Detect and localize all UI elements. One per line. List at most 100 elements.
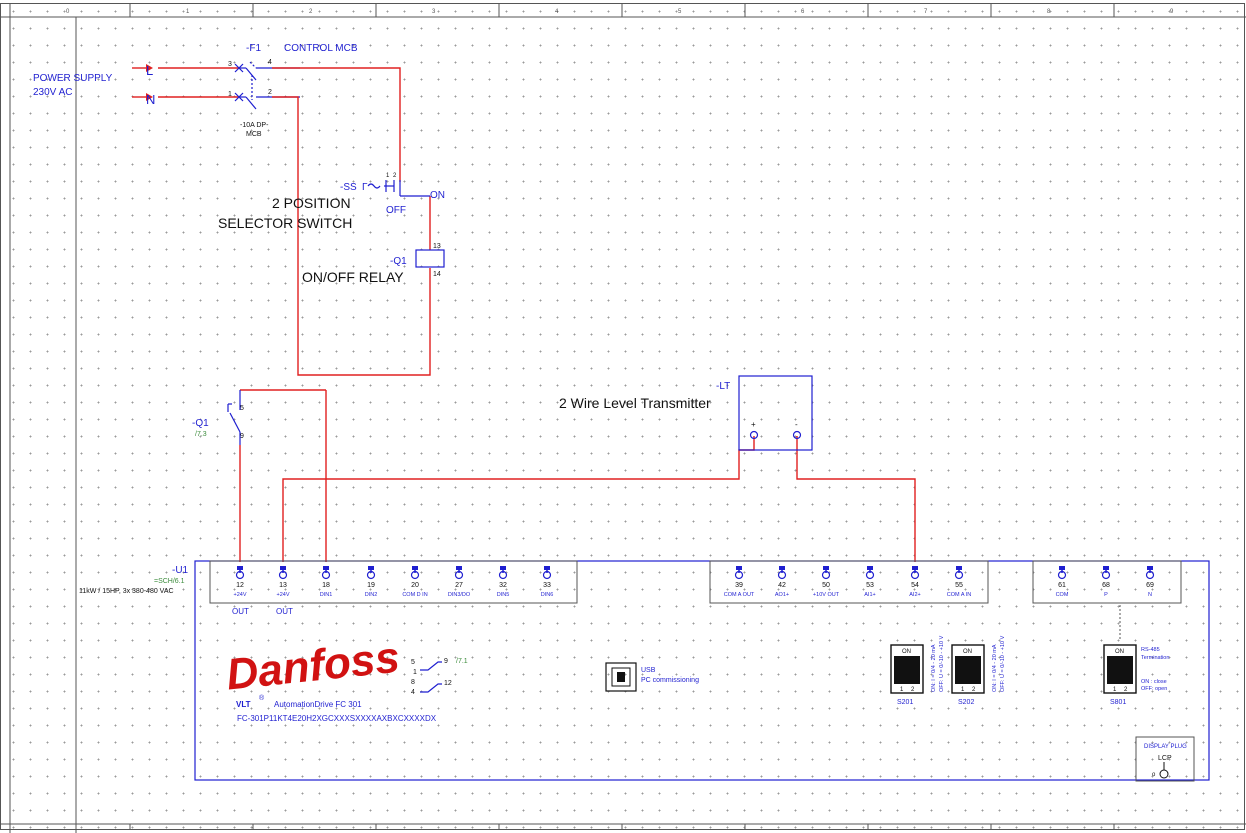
transmitter-plus: + [751, 420, 756, 429]
control-wiring [239, 67, 916, 562]
vlt-label: VLT [236, 700, 251, 709]
terminal-label: +24V [234, 592, 247, 598]
dip-note-2: OFF: U = 0/-10 - +10 V [1000, 635, 1006, 692]
dip-switch-name: S201 [897, 699, 913, 706]
contact-tag: -Q1 [192, 418, 209, 429]
type-code: FC-301P11KT4E20H2XGCXXXSXXXXAXBXCXXXXDX [237, 714, 437, 723]
terminal-27[interactable]: 27 DIN3/DO [448, 566, 471, 598]
drive-relay-pin-1: 1 [413, 669, 417, 676]
terminal-39[interactable]: 39 COM A OUT [724, 566, 755, 598]
terminal-19[interactable]: 19 DIN2 [365, 566, 378, 598]
terminal-label: AO1+ [775, 592, 789, 598]
terminal-number: 33 [543, 582, 551, 589]
border-number: 3 [432, 9, 436, 15]
dip-switch-s801[interactable]: ON1 2S801RS-485TerminationON : closeOFF: … [1103, 644, 1169, 706]
terminal-number: 20 [411, 582, 419, 589]
drive-relay-pin-4: 4 [411, 689, 415, 696]
product-name: AutomationDrive FC 301 [274, 700, 362, 709]
terminal-label: N [1148, 592, 1152, 598]
mcb-title: CONTROL MCB [284, 43, 358, 54]
border-number: 1 [186, 9, 190, 15]
terminal-68[interactable]: 68 P [1101, 566, 1111, 598]
line-n-label: N [146, 92, 155, 107]
out-label-2: OUT [276, 607, 293, 616]
terminal-number: 42 [778, 582, 786, 589]
relay-pin-13: 13 [433, 243, 441, 250]
selector-on-label: ON [430, 190, 445, 201]
mcb-terminal-1: 1 [228, 91, 232, 98]
contact-ref: /7.3 [195, 431, 207, 438]
dip-note-4: OFF: open [1141, 686, 1167, 692]
relay-tag: -Q1 [390, 256, 407, 267]
usb-label: USB [641, 667, 656, 674]
selector-tag: -SS [340, 182, 357, 193]
terminal-number: 27 [455, 582, 463, 589]
mcb-terminal-4: 4 [268, 59, 272, 66]
display-plug[interactable]: DISPLAY PLUG LCP o [1135, 736, 1195, 782]
border-number: 9 [1170, 9, 1174, 15]
schematic-drawing: 0123456789 POWER SUPPLY 230V AC L N -F1 … [0, 3, 1246, 833]
terminal-54[interactable]: 54 AI2+ [909, 566, 921, 598]
lcp-pin: o [1152, 772, 1156, 778]
terminal-61[interactable]: 61 COM [1056, 566, 1069, 598]
terminal-label: DIN2 [365, 592, 378, 598]
selector-off-label: OFF [386, 205, 406, 216]
terminal-label: COM [1056, 592, 1069, 598]
danfoss-logo: Danfoss [224, 633, 402, 700]
mcb-tag: -F1 [246, 43, 261, 54]
drive-relay-pin-8: 8 [411, 679, 415, 686]
border-number: 5 [678, 9, 682, 15]
terminal-50[interactable]: 50 +10V OUT [813, 566, 840, 598]
terminal-label: AI2+ [909, 592, 920, 598]
terminal-53[interactable]: 53 AI1+ [864, 566, 876, 598]
control-mcb: -F1 CONTROL MCB 3 4 1 2 -10A DP- MCB [228, 43, 358, 138]
drive-relay-pin-9: 9 [444, 658, 448, 665]
mcb-spec: -10A DP- [240, 122, 269, 129]
terminal-12[interactable]: 12 +24V [234, 566, 247, 598]
selector-pin-1: 1 [386, 173, 390, 179]
relay-contact: -Q1 /7.3 5 9 [192, 390, 244, 445]
dip-note-1: ON: I = 0/4 - 20 mA [931, 644, 937, 692]
terminal-label: DIN1 [320, 592, 333, 598]
border-number: 8 [1047, 9, 1051, 15]
drive-tag: -U1 [172, 565, 189, 576]
drive-ref: =SCH/6.1 [154, 578, 185, 585]
transmitter-minus: - [795, 420, 798, 429]
terminal-number: 19 [367, 582, 375, 589]
terminal-33[interactable]: 33 DIN6 [541, 566, 554, 598]
terminal-number: 68 [1102, 582, 1110, 589]
dip-on-label: ON [1115, 649, 1124, 655]
transmitter-tag: -LT [716, 381, 730, 392]
power-supply: POWER SUPPLY 230V AC L N [33, 63, 240, 107]
drive-u1: -U1 =SCH/6.1 11kW / 15HP, 3x 380-480 VAC… [79, 560, 1210, 782]
terminal-20[interactable]: 20 COM D IN [402, 566, 428, 598]
terminal-label: +10V OUT [813, 592, 840, 598]
terminal-number: 39 [735, 582, 743, 589]
dip-note-2: OFF: U = 0/-10 - +10 V [939, 635, 945, 692]
terminal-number: 18 [322, 582, 330, 589]
terminal-number: 32 [499, 582, 507, 589]
dip-switch-name: S202 [958, 699, 974, 706]
terminal-number: 54 [911, 582, 919, 589]
terminal-55[interactable]: 55 COM A IN [947, 566, 971, 598]
dip-on-label: ON [902, 649, 911, 655]
drive-relay-pin-5: 5 [411, 659, 415, 666]
dip-switch-s201[interactable]: ON1 2S201ON: I = 0/4 - 20 mA OFF: U = 0/-1… [890, 635, 945, 706]
dip-switch-name: S801 [1110, 699, 1126, 706]
selector-title-2: SELECTOR SWITCH [218, 215, 352, 231]
mcb-terminal-3: 3 [228, 61, 232, 68]
contact-pin-9: 9 [240, 433, 244, 440]
terminal-18[interactable]: 18 DIN1 [320, 566, 333, 598]
mcb-spec-2: MCB [246, 131, 262, 138]
terminal-13[interactable]: 13 +24V [277, 566, 290, 598]
terminal-number: 55 [955, 582, 963, 589]
terminal-69[interactable]: 69 N [1145, 566, 1155, 598]
terminal-32[interactable]: 32 DIN5 [497, 566, 510, 598]
usb-port[interactable]: USB PC commissioning [605, 662, 699, 692]
transmitter-title: 2 Wire Level Transmitter [559, 395, 711, 411]
dip-switches: ON1 2S201ON: I = 0/4 - 20 mA OFF: U = 0/-1… [890, 635, 1169, 706]
dip-switch-s202[interactable]: ON1 2S202ON: I = 0/4 - 20 mA OFF: U = 0/-1… [951, 635, 1006, 706]
terminal-number: 12 [236, 582, 244, 589]
relay-coil: -Q1 13 14 ON/OFF RELAY [302, 243, 445, 285]
terminal-42[interactable]: 42 AO1+ [775, 566, 789, 598]
